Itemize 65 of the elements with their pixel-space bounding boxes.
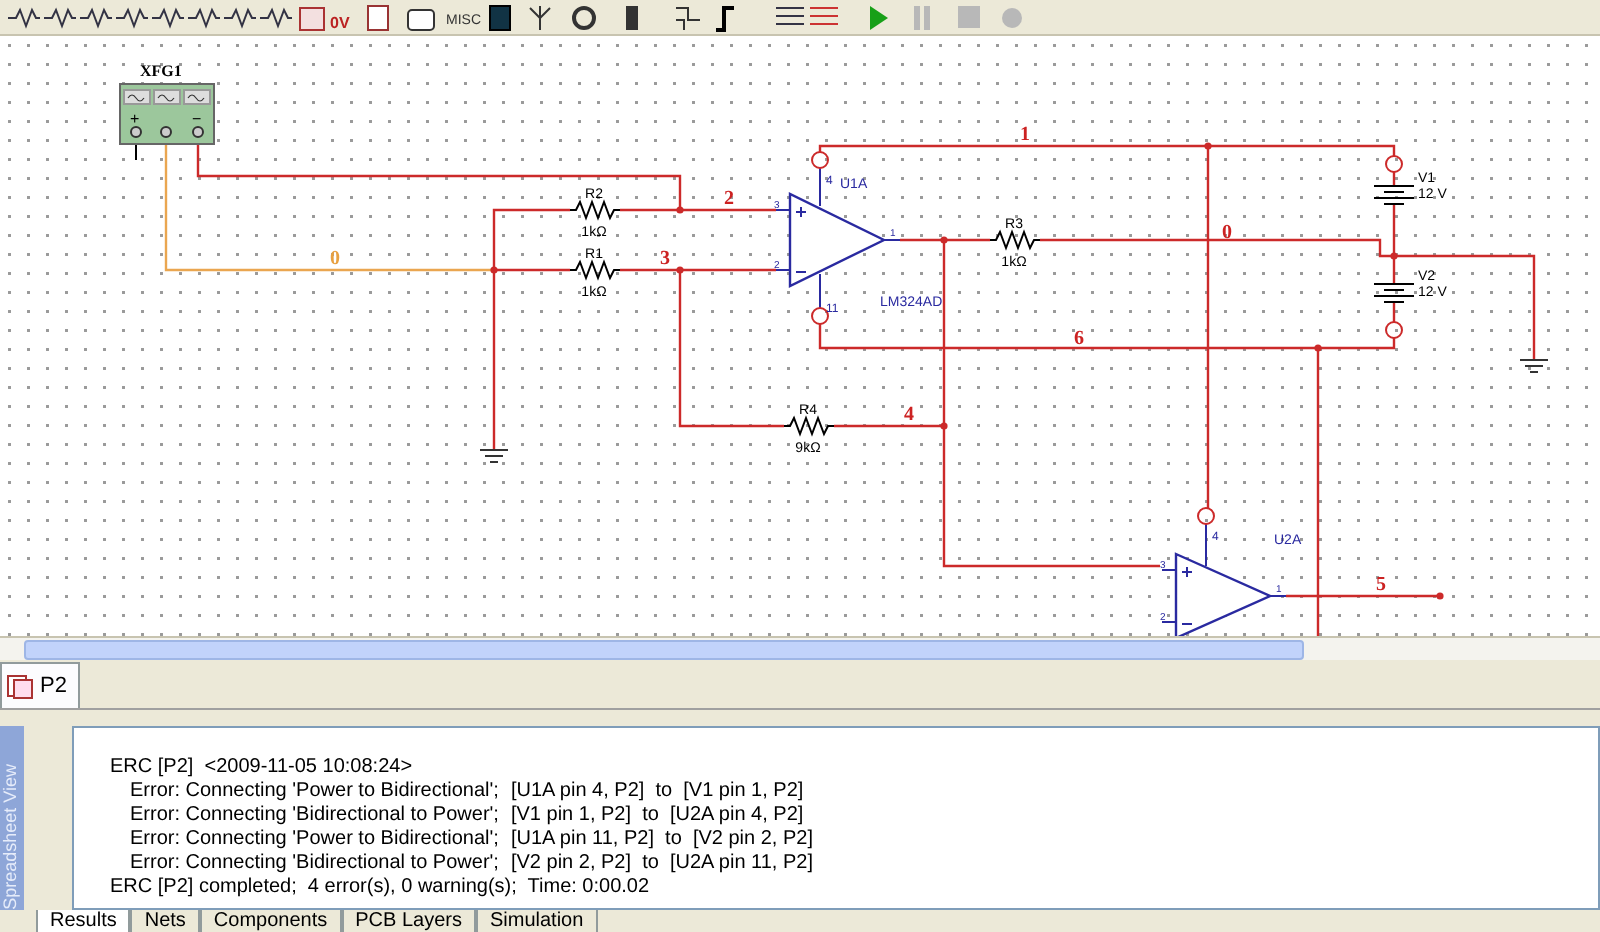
- indicator-label: 0V: [330, 14, 350, 32]
- ground-icon: [1519, 359, 1549, 373]
- net-label: 5: [1376, 574, 1386, 596]
- junction-dot: [1390, 252, 1398, 260]
- net-label: 4: [904, 404, 914, 426]
- ground-icon: [479, 449, 509, 463]
- error-message: Error: Connecting 'Bidirectional to Power';: [128, 804, 501, 828]
- junction-dot: [490, 266, 498, 274]
- hierarchy-icon[interactable]: [675, 7, 701, 31]
- wire: [1392, 172, 1396, 186]
- scrollbar-thumb[interactable]: [24, 639, 1304, 659]
- panel-tab[interactable]: Nets: [130, 910, 200, 932]
- terminal-label: +: [130, 110, 140, 128]
- document-tab[interactable]: P2: [0, 662, 81, 708]
- log-line: ERC [P2] <2009-11-05 10:08:24>: [110, 756, 415, 780]
- indicator-icon[interactable]: [299, 7, 325, 31]
- junction-dot: [1204, 142, 1212, 150]
- log-line: ERC [P2] completed; 4 error(s), 0 warning(s); Time: 0:00.02: [110, 876, 652, 900]
- resistor-symbol: [569, 199, 621, 221]
- wire: [135, 143, 137, 161]
- junction-dot: [1436, 592, 1444, 600]
- error-detail: [U1A pin 11, P2] to [V2 pin 2, P2]: [510, 828, 813, 852]
- connector-icon[interactable]: [572, 6, 596, 30]
- error-message: Error: Connecting 'Power to Bidirectional';: [128, 780, 501, 804]
- instrument-label: XFG1: [140, 62, 182, 80]
- battery-symbol: [1373, 283, 1415, 303]
- horizontal-scrollbar[interactable]: [0, 636, 1600, 660]
- junction-dot: [940, 422, 948, 430]
- battery-symbol: [1373, 185, 1415, 205]
- net-label: 1: [1020, 124, 1030, 146]
- schematic-icon: [6, 672, 34, 700]
- error-detail: [U1A pin 4, P2] to [V1 pin 1, P2]: [510, 780, 804, 804]
- document-icon[interactable]: [367, 5, 389, 31]
- step-icon[interactable]: [716, 6, 734, 32]
- junction-dot: [676, 206, 684, 214]
- radio-icon[interactable]: [407, 9, 435, 31]
- panel-tab[interactable]: Results: [36, 910, 131, 932]
- resistor-symbol: [569, 259, 621, 281]
- net-label: 2: [724, 188, 734, 210]
- panel-tab[interactable]: PCB Layers: [341, 910, 476, 932]
- terminal-label: −: [192, 110, 202, 128]
- net-label: 0: [1222, 222, 1232, 244]
- resistor-symbol: [989, 229, 1041, 251]
- run-icon[interactable]: [870, 6, 888, 30]
- pin-connector-icon: [1385, 321, 1403, 339]
- net-label: 3: [660, 248, 670, 270]
- error-detail: [V1 pin 1, P2] to [U2A pin 4, P2]: [510, 804, 804, 828]
- net-label: 6: [1074, 328, 1084, 350]
- pin-connector-icon: [811, 307, 829, 325]
- resistor-symbol: [783, 415, 835, 437]
- panel-tab[interactable]: Components: [199, 910, 342, 932]
- function-generator-drawing: [119, 83, 215, 145]
- junction-dot: [940, 236, 948, 244]
- antenna-icon[interactable]: [529, 5, 551, 31]
- panel-tab[interactable]: Simulation: [475, 910, 598, 932]
- error-detail: [V2 pin 2, P2] to [U2A pin 11, P2]: [510, 852, 813, 876]
- junction-dot: [676, 266, 684, 274]
- net-label: 0: [330, 248, 340, 270]
- error-message: Error: Connecting 'Power to Bidirectional';: [128, 828, 501, 852]
- pin-connector-icon: [1197, 507, 1215, 525]
- bus-icon[interactable]: [775, 7, 805, 25]
- junction-dot: [1314, 344, 1322, 352]
- pin-connector-icon: [1385, 155, 1403, 173]
- pin-connector-icon: [811, 151, 829, 169]
- error-message: Error: Connecting 'Bidirectional to Power';: [128, 852, 501, 876]
